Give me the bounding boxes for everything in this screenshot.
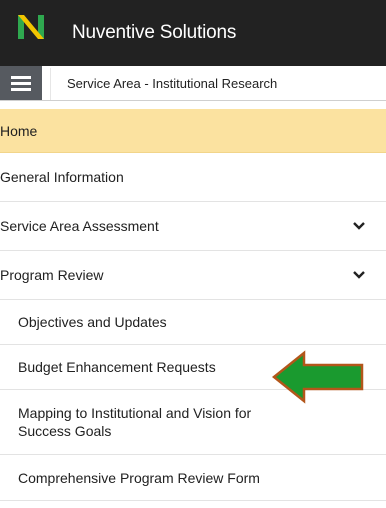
- nuventive-logo-icon[interactable]: [18, 12, 44, 42]
- nav-item-program-review[interactable]: Program Review: [0, 251, 386, 300]
- context-bar: Service Area - Institutional Research: [0, 66, 386, 101]
- chevron-down-icon[interactable]: [352, 221, 366, 231]
- nav-item-label: Mapping to Institutional and Vision for …: [18, 405, 252, 439]
- nav-item-comprehensive-program-review-form[interactable]: Comprehensive Program Review Form: [0, 455, 386, 501]
- hamburger-menu-icon-bar: [11, 82, 31, 85]
- nav-item-label: Budget Enhancement Requests: [18, 359, 216, 375]
- nav-item-label: Objectives and Updates: [18, 314, 167, 330]
- unit-selector[interactable]: Service Area - Institutional Research: [50, 68, 386, 100]
- chevron-down-icon[interactable]: [352, 270, 366, 280]
- hamburger-menu-icon: [11, 76, 31, 79]
- nav-item-label: Comprehensive Program Review Form: [18, 469, 260, 486]
- sidebar-nav: Home General Information Service Area As…: [0, 109, 386, 501]
- nav-item-general-information[interactable]: General Information: [0, 153, 386, 202]
- nav-item-label: General Information: [0, 169, 124, 185]
- app-header: Nuventive Solutions: [0, 0, 386, 66]
- nav-item-objectives-and-updates[interactable]: Objectives and Updates: [0, 300, 386, 345]
- hamburger-menu-icon-bar: [11, 88, 31, 91]
- nav-item-home[interactable]: Home: [0, 109, 386, 153]
- green-arrow-pointer-icon: [271, 350, 364, 404]
- nav-item-label: Service Area Assessment: [0, 218, 159, 234]
- nav-item-label: Home: [0, 122, 38, 139]
- app-title: Nuventive Solutions: [72, 22, 237, 43]
- menu-button[interactable]: [0, 66, 42, 100]
- nav-item-service-area-assessment[interactable]: Service Area Assessment: [0, 202, 386, 251]
- nav-item-label: Program Review: [0, 267, 104, 283]
